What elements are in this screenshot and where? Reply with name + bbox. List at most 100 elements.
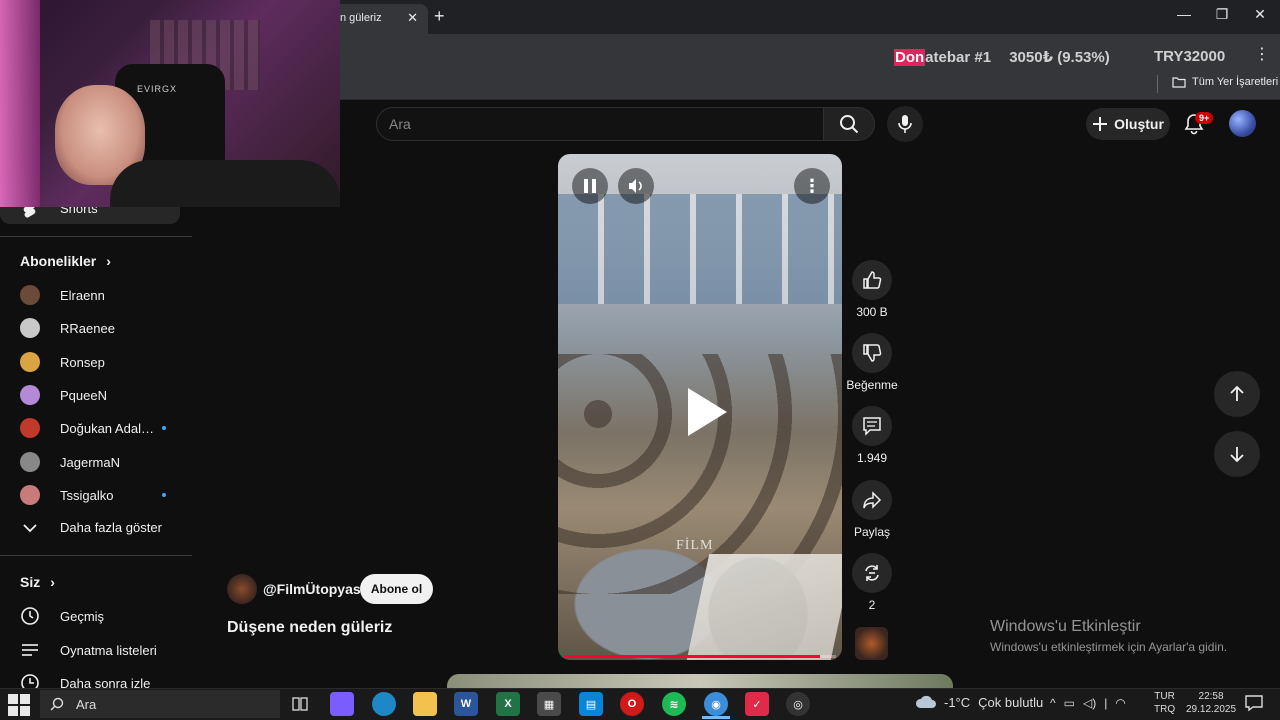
subscribe-button[interactable]: Abone ol	[360, 574, 433, 604]
minimize-icon[interactable]: —	[1172, 6, 1196, 22]
battery-icon[interactable]: ▭	[1064, 696, 1075, 710]
comment-action[interactable]: 1.949	[847, 406, 897, 465]
chrome-icon[interactable]: ◉	[704, 692, 728, 716]
all-bookmarks-button[interactable]: Tüm Yer İşaretleri	[1172, 76, 1278, 88]
taskbar-clock[interactable]: 22:58 29.12.2025	[1186, 690, 1236, 716]
thumbs-down-icon	[863, 344, 882, 362]
sidebar-item-subscription[interactable]: RRaenee	[20, 316, 180, 340]
donate-title: atebar #1	[925, 49, 992, 66]
calculator-icon[interactable]: ▦	[537, 692, 561, 716]
channel-name[interactable]: @FilmÜtopyası	[263, 581, 365, 597]
sidebar-item-subscription[interactable]: Ronsep	[20, 350, 180, 374]
share-button[interactable]	[852, 480, 892, 520]
all-bookmarks-label: Tüm Yer İşaretleri	[1192, 76, 1279, 88]
search-button[interactable]	[823, 107, 875, 141]
sidebar-divider	[0, 555, 192, 556]
sidebar-item-playlists[interactable]: Oynatma listeleri	[20, 640, 157, 660]
play-button[interactable]	[676, 382, 736, 442]
taskbar-search[interactable]: Ara	[40, 690, 280, 718]
previous-short-button[interactable]	[1214, 371, 1260, 417]
more-options-icon[interactable]: ⋮	[794, 168, 830, 204]
voice-search-button[interactable]	[887, 106, 923, 142]
remix-button[interactable]	[852, 553, 892, 593]
red-app-icon[interactable]: ✓	[745, 692, 769, 716]
sidebar-item-label: Oynatma listeleri	[60, 642, 157, 658]
sidebar-item-label: PqueeN	[60, 387, 107, 403]
history-icon	[21, 607, 39, 625]
close-window-icon[interactable]: ✕	[1248, 6, 1272, 23]
you-heading[interactable]: Siz ›	[20, 574, 55, 590]
video-watermark: FİLM	[676, 538, 714, 553]
excel-icon[interactable]: X	[496, 692, 520, 716]
create-button[interactable]: Oluştur	[1086, 108, 1170, 140]
plus-icon	[1093, 117, 1108, 131]
file-explorer-icon[interactable]	[413, 692, 437, 716]
remix-action[interactable]: 2	[847, 553, 897, 612]
video-frame-desk	[686, 554, 842, 660]
subscriptions-heading[interactable]: Abonelikler ›	[20, 253, 111, 269]
video-progress-bar[interactable]	[564, 655, 836, 658]
speaker-icon[interactable]: ◁)	[1083, 696, 1096, 710]
weather-widget[interactable]: -1°C Çok bulutlu	[914, 694, 1043, 710]
you-heading-label: Siz	[20, 574, 41, 590]
volume-icon	[629, 179, 642, 193]
sidebar-item-subscription[interactable]: JagermaN	[20, 450, 180, 474]
spotify-icon[interactable]: ≋	[662, 692, 686, 716]
like-action[interactable]: 300 B	[847, 260, 897, 319]
comment-button[interactable]	[852, 406, 892, 446]
chevron-right-icon: ›	[50, 574, 55, 590]
tab-close-icon[interactable]: ✕	[407, 10, 418, 26]
dislike-action[interactable]: Beğenme	[846, 333, 898, 392]
like-button[interactable]	[852, 260, 892, 300]
opera-icon[interactable]: O	[620, 692, 644, 716]
webcam-light	[0, 0, 40, 207]
sound-thumbnail[interactable]	[855, 627, 888, 660]
dislike-button[interactable]	[852, 333, 892, 373]
network-icon[interactable]: ◠	[1115, 696, 1125, 710]
show-more-button[interactable]: Daha fazla göster	[20, 520, 162, 535]
clock-time: 22:58	[1198, 691, 1224, 702]
language-code: TUR	[1154, 691, 1175, 702]
thumbs-up-icon	[863, 271, 882, 289]
sidebar-divider	[0, 236, 192, 237]
pause-button[interactable]	[572, 168, 608, 204]
language-indicator[interactable]: TUR TRQ	[1154, 690, 1175, 716]
sidebar-item-history[interactable]: Geçmiş	[20, 606, 104, 626]
system-tray[interactable]: ^ ▭ ◁) | ◠	[1050, 696, 1126, 710]
volume-button[interactable]	[618, 168, 654, 204]
windows-start-icon[interactable]	[8, 694, 30, 716]
share-action[interactable]: Paylaş	[847, 480, 897, 539]
show-more-label: Daha fazla göster	[60, 520, 162, 535]
notification-center-icon[interactable]	[1244, 693, 1264, 713]
comment-count: 1.949	[856, 451, 888, 465]
edge-icon[interactable]	[372, 692, 396, 716]
remix-icon	[865, 565, 879, 581]
next-short-button[interactable]	[1214, 431, 1260, 477]
maximize-icon[interactable]: ❐	[1210, 6, 1234, 23]
search-box[interactable]	[376, 107, 824, 141]
chevron-down-icon	[23, 523, 37, 532]
word-icon[interactable]: W	[454, 692, 478, 716]
microphone-icon[interactable]: |	[1104, 696, 1107, 710]
search-input[interactable]	[389, 116, 811, 132]
donate-highlight: Don	[894, 49, 926, 66]
channel-avatar[interactable]	[227, 574, 257, 604]
comment-icon	[863, 417, 881, 436]
share-label: Paylaş	[853, 525, 891, 539]
account-avatar[interactable]	[1229, 110, 1256, 137]
chevron-up-icon[interactable]: ^	[1050, 696, 1056, 710]
obs-icon[interactable]: ◎	[786, 692, 810, 716]
sidebar-item-subscription[interactable]: Doğukan Adal [T...	[20, 416, 180, 440]
browser-menu-icon[interactable]: ⋮	[1254, 44, 1270, 64]
store-icon[interactable]: ▤	[579, 692, 603, 716]
next-short-preview[interactable]	[447, 674, 953, 688]
new-tab-icon[interactable]: +	[434, 6, 445, 27]
short-video-player[interactable]: FİLM ⋮	[558, 154, 842, 660]
sidebar-item-subscription[interactable]: Elraenn	[20, 283, 180, 307]
task-view-icon[interactable]	[288, 692, 312, 716]
sidebar-item-label: Ronsep	[60, 354, 105, 370]
sidebar-item-subscription[interactable]: PqueeN	[20, 383, 180, 407]
sidebar-item-subscription[interactable]: Tssigalko	[20, 483, 180, 507]
copilot-icon[interactable]	[330, 692, 354, 716]
channel-avatar	[20, 485, 40, 505]
